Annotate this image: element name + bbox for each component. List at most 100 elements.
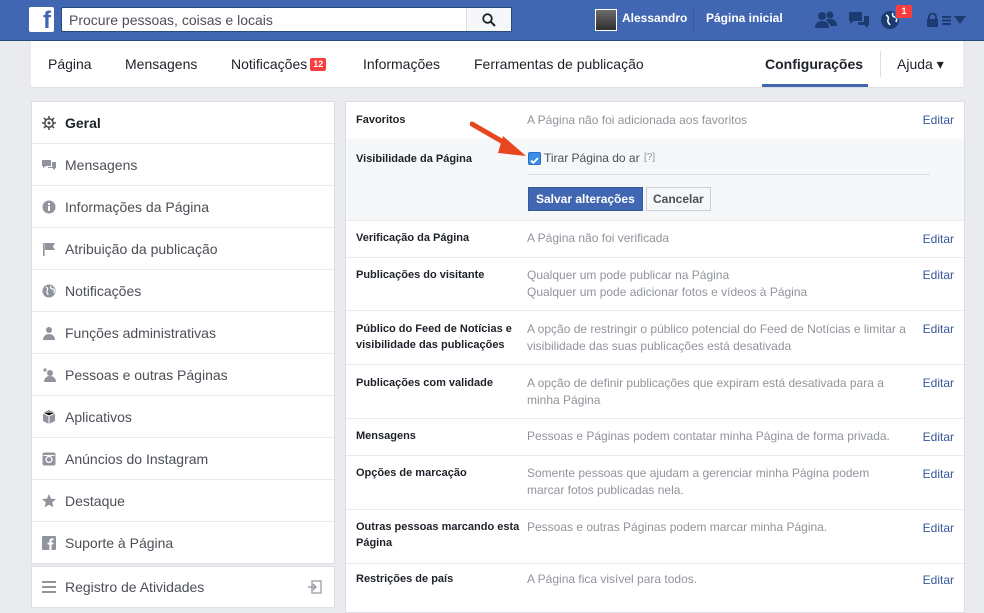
tab-notificacoes[interactable]: Notificações 12 — [231, 56, 327, 72]
settings-row-mensagens: Mensagens Pessoas e Páginas podem contat… — [346, 418, 964, 456]
tab-label: Página — [48, 56, 92, 72]
setting-value: A opção de definir publicações que expir… — [527, 376, 884, 407]
sidebar-item-aplicativos[interactable]: Aplicativos — [32, 396, 334, 438]
tab-configuracoes[interactable]: Configurações — [765, 56, 863, 72]
sidebar-item-suporte-a-pagina[interactable]: Suporte à Página — [32, 522, 334, 563]
messages-icon[interactable] — [846, 9, 872, 31]
settings-row-restricoes-de-pais: Restrições de país A Página fica visível… — [346, 563, 964, 612]
settings-row-publico-do-feed: Público do Feed de Notícias e visibilida… — [346, 310, 964, 365]
settings-row-outras-pessoas-marcando: Outras pessoas marcando esta Página Pess… — [346, 509, 964, 564]
gear-icon — [42, 116, 56, 130]
tab-label: Mensagens — [125, 56, 198, 72]
sidebar-item-label: Suporte à Página — [65, 535, 174, 551]
sidebar-item-label: Aplicativos — [65, 409, 132, 425]
settings-row-verificacao-da-pagina: Verificação da Página A Página não foi v… — [346, 220, 964, 258]
facebook-logo-letter: f — [43, 7, 51, 34]
tab-label: Informações — [363, 56, 441, 72]
sidebar-item-destaque[interactable]: Destaque — [32, 480, 334, 522]
section-divider — [527, 174, 930, 175]
tab-label: Notificações — [231, 56, 308, 72]
facebook-logo[interactable]: f — [29, 7, 54, 34]
edit-link[interactable]: Editar — [923, 467, 954, 481]
settings-panel: Favoritos A Página não foi adicionada ao… — [345, 101, 965, 613]
sidebar-item-mensagens[interactable]: Mensagens — [32, 144, 334, 186]
edit-link[interactable]: Editar — [923, 430, 954, 444]
lock-bars-icon — [941, 9, 951, 31]
friends-icon[interactable] — [813, 9, 839, 31]
cube-icon — [42, 410, 56, 424]
tab-ferramentas-de-publicacao[interactable]: Ferramentas de publicação — [474, 56, 644, 72]
save-changes-button[interactable]: Salvar alterações — [528, 187, 643, 211]
settings-row-publicacoes-do-visitante: Publicações do visitante Qualquer um pod… — [346, 257, 964, 311]
setting-value-secondary: Qualquer um pode adicionar fotos e vídeo… — [527, 285, 808, 299]
setting-label: Outras pessoas marcando esta Página — [356, 521, 520, 549]
settings-row-publicacoes-com-validade: Publicações com validade A opção de defi… — [346, 364, 964, 419]
annotation-arrow-icon — [470, 121, 526, 156]
lock-icon[interactable] — [925, 9, 939, 31]
tab-mensagens[interactable]: Mensagens — [125, 56, 197, 72]
sidebar-item-label: Destaque — [65, 493, 125, 509]
tab-informacoes[interactable]: Informações — [363, 56, 440, 72]
sidebar-item-pessoas-e-outras-paginas[interactable]: Pessoas e outras Páginas — [32, 354, 334, 396]
sidebar-item-label: Registro de Atividades — [65, 579, 205, 595]
page-navigation: Página Mensagens Notificações 12 Informaç… — [31, 41, 963, 88]
cancel-button[interactable]: Cancelar — [646, 187, 711, 211]
edit-link[interactable]: Editar — [923, 376, 954, 390]
home-link[interactable]: Página inicial — [706, 11, 783, 25]
edit-link[interactable]: Editar — [923, 521, 954, 535]
edit-link[interactable]: Editar — [923, 232, 954, 246]
sidebar-item-label: Informações da Página — [65, 199, 209, 215]
setting-value: A Página fica visível para todos. — [527, 572, 698, 586]
help-link[interactable]: [?] — [644, 152, 655, 163]
edit-link[interactable]: Editar — [923, 573, 954, 587]
sidebar-item-informacoes-da-pagina[interactable]: Informações da Página — [32, 186, 334, 228]
setting-value: Qualquer um pode publicar na Página — [527, 268, 730, 282]
settings-row-opcoes-de-marcacao: Opções de marcação Somente pessoas que a… — [346, 455, 964, 510]
flag-icon — [43, 243, 55, 256]
facebook-icon — [42, 536, 56, 550]
person-add-icon — [43, 368, 56, 382]
sidebar-item-label: Mensagens — [65, 157, 138, 173]
sidebar-item-registro-de-atividades[interactable]: Registro de Atividades — [32, 567, 334, 608]
instagram-icon — [42, 452, 56, 466]
setting-value: A opção de restringir o público potencia… — [527, 322, 906, 353]
setting-value: A Página não foi adicionada aos favorito… — [527, 113, 748, 127]
sidebar-item-geral[interactable]: Geral — [32, 102, 334, 144]
tab-label: Configurações — [765, 56, 864, 72]
unpublish-page-label[interactable]: Tirar Página do ar — [544, 151, 640, 165]
settings-row-visibilidade-da-pagina: Visibilidade da Página Tirar Página do a… — [346, 139, 964, 221]
setting-label: Público do Feed de Notícias e visibilida… — [356, 323, 512, 351]
edit-link[interactable]: Editar — [923, 322, 954, 336]
nav-divider — [880, 51, 881, 77]
sidebar-item-notificacoes[interactable]: Notificações — [32, 270, 334, 312]
setting-value: Pessoas e outras Páginas podem marcar mi… — [527, 520, 828, 534]
search-button[interactable] — [466, 8, 511, 31]
setting-label: Opções de marcação — [356, 467, 467, 479]
sidebar-item-anuncios-do-instagram[interactable]: Anúncios do Instagram — [32, 438, 334, 480]
edit-link[interactable]: Editar — [923, 113, 954, 127]
check-icon — [530, 157, 539, 165]
user-avatar[interactable] — [595, 9, 617, 31]
list-icon — [42, 581, 56, 593]
edit-link[interactable]: Editar — [923, 268, 954, 282]
tab-pagina[interactable]: Página — [48, 56, 92, 72]
person-icon — [43, 327, 55, 340]
sidebar-item-atribuicao-da-publicacao[interactable]: Atribuição da publicação — [32, 228, 334, 270]
chat-icon — [42, 160, 56, 170]
globe-icon — [42, 284, 56, 298]
profile-link[interactable]: Alessandro — [622, 11, 687, 25]
setting-label: Mensagens — [356, 430, 416, 442]
search-icon — [482, 12, 496, 27]
settings-row-favoritos: Favoritos A Página não foi adicionada ao… — [346, 102, 964, 140]
chevron-down-icon[interactable] — [953, 9, 967, 31]
sidebar-item-label: Funções administrativas — [65, 325, 216, 341]
notifications-badge: 12 — [310, 58, 327, 71]
search-box — [61, 7, 512, 32]
activity-log-panel: Registro de Atividades — [31, 566, 335, 608]
search-input[interactable] — [67, 11, 471, 29]
setting-value: Somente pessoas que ajudam a gerenciar m… — [527, 466, 870, 497]
sidebar-item-funcoes-administrativas[interactable]: Funções administrativas — [32, 312, 334, 354]
setting-label: Publicações do visitante — [356, 269, 485, 281]
tab-ajuda[interactable]: Ajuda ▾ — [897, 56, 944, 73]
setting-label: Verificação da Página — [356, 232, 470, 244]
